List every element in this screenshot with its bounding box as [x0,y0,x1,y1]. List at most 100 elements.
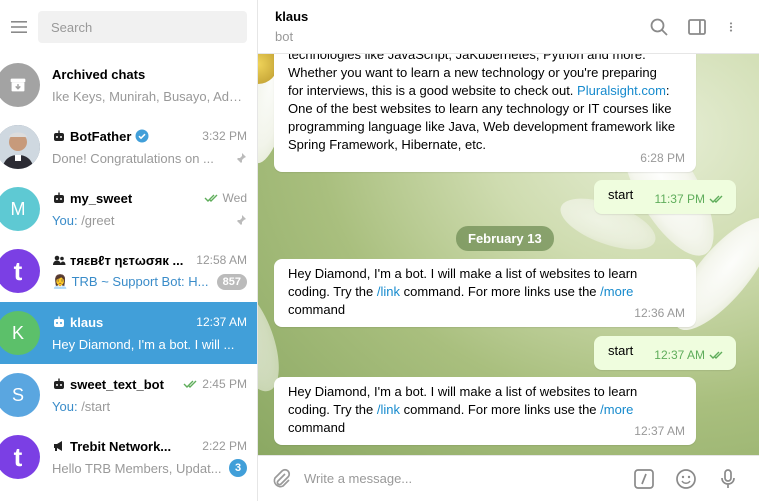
more-options-icon[interactable] [725,17,737,37]
message-incoming[interactable]: Hey Diamond, I'm a bot. I will make a li… [274,377,696,445]
message-time: 11:37 PM [654,192,705,206]
message-outgoing[interactable]: start 12:37 AM [594,336,736,370]
message-composer [258,455,759,501]
bot-icon [54,316,64,327]
command-link[interactable]: /link [377,402,400,417]
chat-time: 12:58 AM [196,253,247,267]
command-link[interactable]: /link [377,284,400,299]
sidebar-header [0,0,257,54]
unread-badge: 3 [229,459,247,477]
chat-preview: Ike Keys, Munirah, Busayo, Ada... [52,88,247,104]
hamburger-menu-icon[interactable] [0,0,38,54]
message-link[interactable]: Pluralsight.com [577,83,666,98]
chat-title: klaus [70,314,104,330]
chat-title: my_sweet [70,190,133,206]
chat-time: 2:22 PM [202,439,247,453]
double-check-icon [709,195,723,203]
pin-icon [236,215,246,226]
message-input[interactable] [304,463,633,494]
chat-item-my-sweet[interactable]: M my_sweet Wed You: /greet [0,178,257,240]
pin-icon [236,153,246,164]
chat-time: 12:37 AM [196,315,247,329]
avatar: K [0,311,40,355]
chat-preview: /start [81,398,111,414]
chat-panel: klaus bot technologies like JavaScript, … [258,0,759,501]
message-text: One of the best websites to learn any te… [288,101,672,116]
chat-time: Wed [222,191,247,205]
avatar: M [0,187,40,231]
message-text: Hey Diamond, I'm a bot. I will make a li… [288,266,638,281]
bot-commands-icon[interactable] [633,468,655,490]
verified-icon [135,129,149,143]
chat-header: klaus bot [258,0,759,54]
chat-preview: Done! Congratulations on ... [52,150,214,166]
message-text: start [608,187,634,202]
sidebar: Archived chats Ike Keys, Munirah, Busayo… [0,0,258,501]
chat-preview: TRB ~ Support Bot: H... [71,274,209,289]
chat-item-trebit-group[interactable]: t тяεвℓт ηεтωσяк ... 12:58 AM 👩‍💼 TRB ~ … [0,240,257,302]
command-link[interactable]: /more [600,284,633,299]
chat-title: Trebit Network... [70,438,172,454]
bot-icon [54,192,64,203]
avatar [0,125,40,169]
message-time: 12:37 AM [654,348,705,362]
bot-icon [54,378,64,389]
message-text: command [288,302,346,317]
attach-icon[interactable] [258,468,304,490]
message-text: coding. Try the [288,402,377,417]
sidebar-toggle-icon[interactable] [687,17,707,37]
message-time: 12:37 AM [634,424,685,438]
chat-item-trebit-network[interactable]: t Trebit Network... 2:22 PM Hello TRB Me… [0,426,257,488]
emoji-icon[interactable] [675,468,697,490]
support-emoji-icon: 👩‍💼 [52,274,69,289]
message-text: Hey Diamond, I'm a bot. I will make a li… [288,384,638,399]
message-text: start [608,343,634,358]
chat-item-sweet-text-bot[interactable]: S sweet_text_bot 2:45 PM You: /start [0,364,257,426]
microphone-icon[interactable] [717,468,739,490]
message-text: command. For more links use the [400,402,601,417]
message-incoming[interactable]: technologies like JavaScript, JaKubernet… [274,54,696,172]
double-check-icon [204,194,218,202]
bot-icon [54,130,64,141]
search-input[interactable] [38,11,247,43]
chat-title: Archived chats [52,66,146,82]
message-text: command [288,420,346,435]
double-check-icon [709,351,723,359]
message-text: technologies like JavaScript, JaKubernet… [288,54,646,62]
chat-preview: /greet [81,212,115,228]
double-check-icon [183,380,197,388]
avatar: t [0,435,40,479]
chat-title: тяεвℓт ηεтωσяк ... [70,252,184,268]
message-incoming[interactable]: Hey Diamond, I'm a bot. I will make a li… [274,259,696,327]
message-text: coding. Try the [288,284,377,299]
message-text: for interviews, this is a good website t… [288,83,578,98]
message-outgoing[interactable]: start 11:37 PM [594,180,736,214]
message-time: 6:28 PM [640,151,685,165]
message-text: Spring Framework, Hibernate, etc. [288,137,486,152]
message-text: command. For more links use the [400,284,601,299]
message-text: coding. Try the /link command. For more … [288,401,684,419]
message-text: for interviews, this is a good website t… [288,82,684,100]
command-link[interactable]: /more [600,402,633,417]
chat-title: BotFather [70,128,132,144]
chat-item-botfather[interactable]: BotFather 3:32 PM Done! Congratulations … [0,116,257,178]
chat-item-archived[interactable]: Archived chats Ike Keys, Munirah, Busayo… [0,54,257,116]
group-icon [53,255,66,265]
you-prefix: You: [52,212,78,228]
you-prefix: You: [52,398,78,414]
message-text: programming language like Java, Web deve… [288,119,676,134]
chat-preview: Hey Diamond, I'm a bot. I will ... [52,336,235,352]
date-separator: February 13 [456,226,554,251]
unread-badge: 857 [216,274,247,290]
message-text: : [665,83,670,98]
chat-time: 2:45 PM [202,377,247,391]
search-icon[interactable] [649,17,669,37]
message-time: 12:36 AM [634,306,685,320]
chat-preview: Hello TRB Members, Updat... [52,460,222,476]
avatar: t [0,249,40,293]
chat-item-klaus[interactable]: K klaus 12:37 AM Hey Diamond, I'm a bot.… [0,302,257,364]
chat-background: technologies like JavaScript, JaKubernet… [258,54,759,455]
chat-title: sweet_text_bot [70,376,164,392]
channel-megaphone-icon [54,441,62,451]
archive-icon [0,63,40,107]
